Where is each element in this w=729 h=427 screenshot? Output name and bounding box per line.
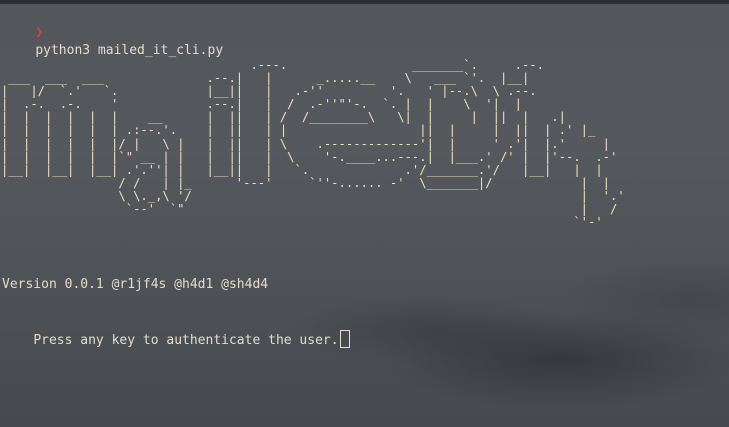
window-top-strip <box>0 0 729 4</box>
ascii-art-banner-line: `'-' <box>573 215 603 230</box>
ascii-art-banner-line: \ \._,\ '/ | '.' <box>118 188 625 203</box>
command-text: python3 mailed_it_cli.py <box>35 43 224 58</box>
ascii-art-banner-line: | | | | | | .:--.'. | || | | || | | || |… <box>1 123 596 138</box>
authenticate-prompt-text: Press any key to authenticate the user. <box>33 333 339 348</box>
authenticate-prompt-line: Press any key to authenticate the user. <box>2 312 350 348</box>
ascii-art-banner-line: |__| |__| |__| .'.''| | |__|| | `. .'/__… <box>1 162 603 177</box>
ascii-art-banner-line: .---. _______`. .--. <box>250 58 544 72</box>
ascii-art-banner: .---. _______`. .--. ___ ___ ___ .--.| |… <box>1 58 625 230</box>
ascii-art-banner-line: | |/ `.' `. |__|| | .-'' '. ' |--.\ \ .-… <box>1 84 537 99</box>
ascii-art-banner-line: | | | | | | __ | || | / /________\ \| | … <box>1 110 566 125</box>
text-cursor[interactable] <box>339 330 350 348</box>
ascii-art-banner-line: ___ ___ ___ .--.| | _.....__ \ ___ `'. |… <box>8 71 530 86</box>
ascii-art-banner-line: `--' `" | / <box>125 202 618 217</box>
terminal-window[interactable]: ❯ python3 mailed_it_cli.py .---. _______… <box>0 0 729 427</box>
ascii-art-banner-line: / / | |_ '---' `''-...... -' \_______|/ … <box>118 175 611 190</box>
prompt-chevron-icon: ❯ <box>35 25 44 40</box>
version-info: Version 0.0.1 @r1jf4s @h4d1 @sh4d4 <box>2 277 269 292</box>
ascii-art-banner-line: | | | | | |`" __ | | | || | \ '-.____...… <box>1 149 618 164</box>
ascii-art-banner-line: | | | | | |/ | \ | | || | \ .-----------… <box>1 136 611 151</box>
ascii-art-banner-line: | .-. .-. ' .--.| | / .-''"'-. `. | | \ … <box>1 97 522 112</box>
command-prompt-line: ❯ python3 mailed_it_cli.py <box>4 6 223 58</box>
